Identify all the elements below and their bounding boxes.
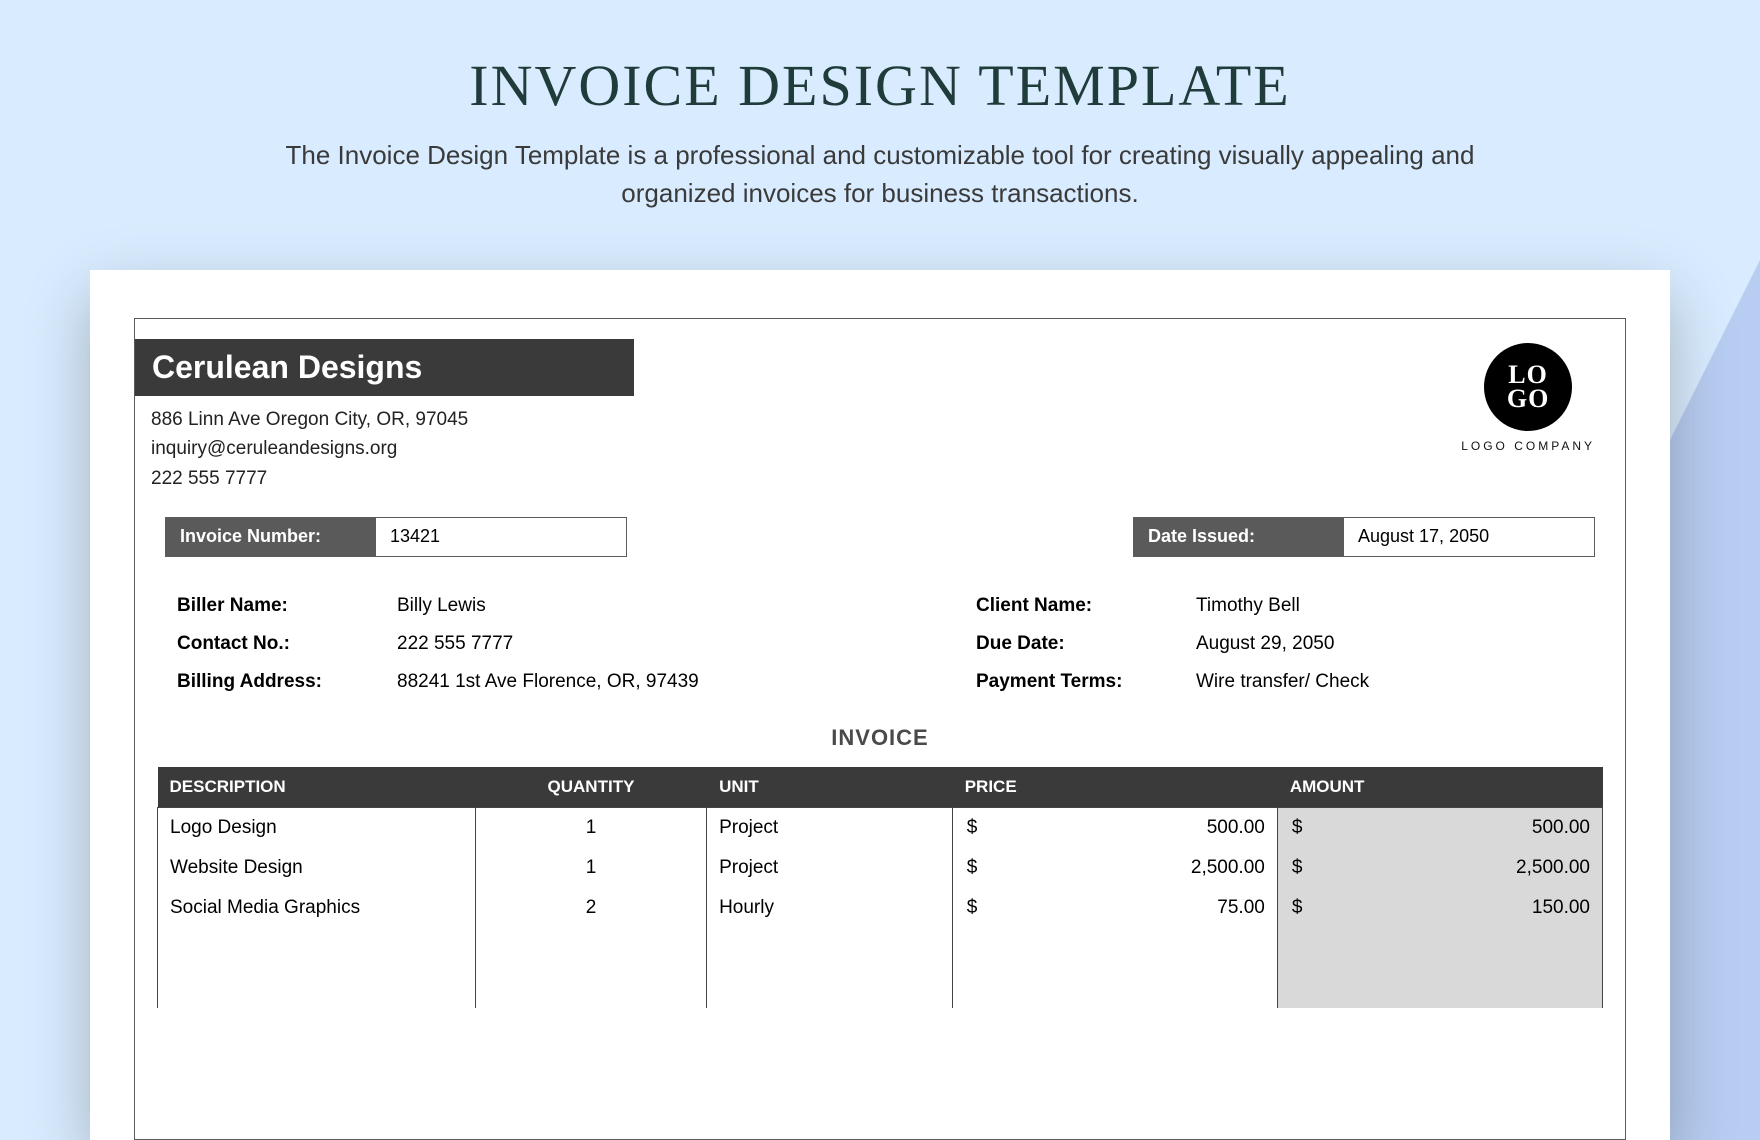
biller-contact-value: 222 555 7777 [397,625,513,663]
company-name-bar: Cerulean Designs [134,339,634,396]
cell-price: $2,500.00 [952,848,1277,888]
cell-price: $500.00 [952,808,1277,848]
document-paper: Cerulean Designs 886 Linn Ave Oregon Cit… [90,270,1670,1140]
col-quantity: QUANTITY [475,767,706,808]
invoice-heading: INVOICE [135,725,1625,751]
company-email: inquiry@ceruleandesigns.org [151,434,468,463]
hero-section: INVOICE DESIGN TEMPLATE The Invoice Desi… [0,0,1760,212]
due-date-label: Due Date: [976,625,1196,663]
logo-caption: LOGO COMPANY [1461,439,1595,453]
details-row: Biller Name: Billy Lewis Contact No.: 22… [177,587,1595,701]
invoice-number-label: Invoice Number: [166,518,376,556]
table-row: Social Media Graphics2Hourly$75.00$150.0… [158,888,1603,928]
date-issued-label: Date Issued: [1134,518,1344,556]
col-price: PRICE [952,767,1277,808]
cell-unit: Project [707,808,953,848]
meta-row: Invoice Number: 13421 Date Issued: Augus… [165,517,1595,557]
table-row [158,928,1603,968]
table-row: Logo Design1Project$500.00$500.00 [158,808,1603,848]
cell-unit [707,968,953,1008]
invoice-number-value: 13421 [376,518,626,556]
cell-description [158,968,476,1008]
document-frame: Cerulean Designs 886 Linn Ave Oregon Cit… [134,318,1626,1140]
table-row: Website Design1Project$2,500.00$2,500.00 [158,848,1603,888]
cell-amount [1277,968,1602,1008]
table-header-row: DESCRIPTION QUANTITY UNIT PRICE AMOUNT [158,767,1603,808]
cell-description: Social Media Graphics [158,888,476,928]
cell-quantity: 2 [475,888,706,928]
cell-price: $75.00 [952,888,1277,928]
col-amount: AMOUNT [1277,767,1602,808]
line-items-table: DESCRIPTION QUANTITY UNIT PRICE AMOUNT L… [157,767,1603,1008]
company-phone: 222 555 7777 [151,464,468,493]
logo-block: LO GO LOGO COMPANY [1461,343,1595,453]
cell-description [158,928,476,968]
payment-terms-label: Payment Terms: [976,663,1196,701]
invoice-number-box: Invoice Number: 13421 [165,517,627,557]
date-issued-box: Date Issued: August 17, 2050 [1133,517,1595,557]
logo-icon: LO GO [1484,343,1572,431]
cell-amount: $150.00 [1277,888,1602,928]
cell-amount: $500.00 [1277,808,1602,848]
cell-unit: Project [707,848,953,888]
cell-unit [707,928,953,968]
company-contact-block: 886 Linn Ave Oregon City, OR, 97045 inqu… [151,405,468,493]
page-subtitle: The Invoice Design Template is a profess… [280,137,1480,212]
page-title: INVOICE DESIGN TEMPLATE [0,52,1760,119]
cell-quantity [475,928,706,968]
cell-quantity: 1 [475,808,706,848]
cell-price [952,968,1277,1008]
biller-address-label: Billing Address: [177,663,397,701]
cell-amount: $2,500.00 [1277,848,1602,888]
logo-line2: GO [1507,387,1549,411]
cell-unit: Hourly [707,888,953,928]
col-description: DESCRIPTION [158,767,476,808]
biller-name-value: Billy Lewis [397,587,486,625]
col-unit: UNIT [707,767,953,808]
client-name-label: Client Name: [976,587,1196,625]
company-address: 886 Linn Ave Oregon City, OR, 97045 [151,405,468,434]
due-date-value: August 29, 2050 [1196,625,1334,663]
payment-terms-value: Wire transfer/ Check [1196,663,1369,701]
client-name-value: Timothy Bell [1196,587,1300,625]
biller-name-label: Biller Name: [177,587,397,625]
cell-description: Website Design [158,848,476,888]
biller-contact-label: Contact No.: [177,625,397,663]
cell-price [952,928,1277,968]
date-issued-value: August 17, 2050 [1344,518,1594,556]
cell-description: Logo Design [158,808,476,848]
table-row [158,968,1603,1008]
cell-quantity: 1 [475,848,706,888]
client-column: Client Name: Timothy Bell Due Date: Augu… [976,587,1595,701]
cell-amount [1277,928,1602,968]
cell-quantity [475,968,706,1008]
biller-address-value: 88241 1st Ave Florence, OR, 97439 [397,663,699,701]
biller-column: Biller Name: Billy Lewis Contact No.: 22… [177,587,796,701]
